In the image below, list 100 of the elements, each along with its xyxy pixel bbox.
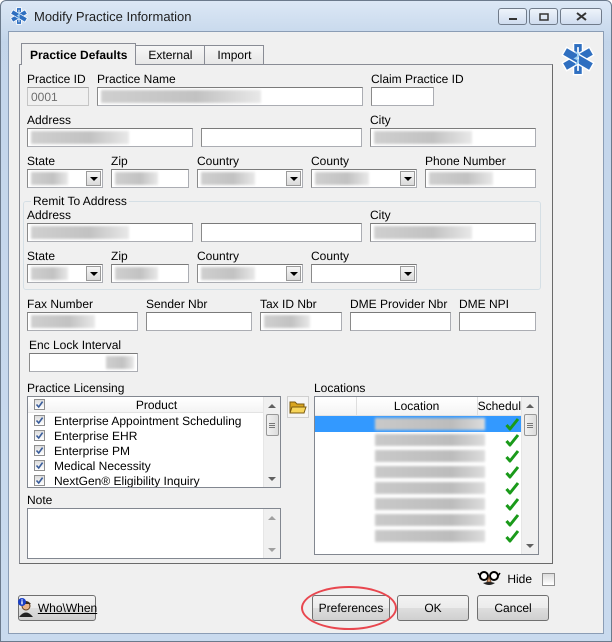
dropdown[interactable] bbox=[197, 264, 303, 283]
checkbox[interactable] bbox=[34, 445, 44, 456]
text-field[interactable] bbox=[27, 223, 193, 242]
text-field[interactable] bbox=[97, 87, 363, 106]
field-label: DME NPI bbox=[459, 297, 510, 312]
close-icon bbox=[576, 12, 586, 21]
list-item[interactable]: NextGen® Eligibility Inquiry bbox=[50, 474, 200, 487]
maximize-button[interactable] bbox=[529, 8, 558, 25]
dialog-button[interactable]: OK bbox=[397, 595, 469, 621]
note-field[interactable] bbox=[27, 508, 281, 559]
text-field[interactable] bbox=[111, 264, 189, 283]
minimize-button[interactable] bbox=[498, 8, 527, 25]
text-field[interactable] bbox=[425, 169, 536, 188]
field-label: Note bbox=[27, 493, 54, 508]
text-field[interactable] bbox=[260, 312, 342, 331]
dropdown[interactable] bbox=[197, 169, 303, 188]
checkbox[interactable] bbox=[34, 415, 44, 426]
field-label: County bbox=[311, 154, 350, 169]
vertical-scrollbar[interactable] bbox=[263, 397, 280, 487]
person-info-icon bbox=[16, 598, 35, 618]
text-field[interactable] bbox=[27, 128, 193, 147]
dropdown-button[interactable] bbox=[86, 266, 101, 281]
field-label: Practice ID bbox=[27, 72, 86, 87]
who-when-button[interactable]: Who\When bbox=[18, 595, 96, 621]
disguise-glasses-icon bbox=[477, 570, 502, 588]
star-of-life-icon bbox=[561, 42, 595, 76]
field-label: City bbox=[370, 208, 391, 223]
vertical-scrollbar[interactable] bbox=[263, 509, 280, 558]
text-field[interactable] bbox=[370, 128, 536, 147]
checkbox[interactable] bbox=[34, 430, 44, 441]
checkbox[interactable] bbox=[34, 475, 44, 486]
dropdown-button[interactable] bbox=[400, 171, 415, 186]
field-label: Zip bbox=[111, 154, 128, 169]
dropdown[interactable] bbox=[27, 264, 103, 283]
section-label: Practice Licensing bbox=[27, 381, 126, 396]
redacted-text bbox=[31, 172, 68, 185]
dropdown-button[interactable] bbox=[286, 171, 301, 186]
text-field[interactable] bbox=[201, 223, 362, 242]
maximize-icon bbox=[538, 12, 548, 20]
field-label: Zip bbox=[111, 249, 128, 264]
text-field[interactable] bbox=[146, 312, 252, 331]
field-label: Claim Practice ID bbox=[371, 72, 464, 87]
window-title: Modify Practice Information bbox=[34, 8, 193, 24]
field-label: Enc Lock Interval bbox=[29, 338, 122, 353]
dropdown[interactable] bbox=[311, 169, 417, 188]
text-field[interactable] bbox=[459, 312, 536, 331]
field-label: City bbox=[370, 113, 391, 128]
redacted-text bbox=[31, 315, 95, 328]
checkbox[interactable] bbox=[34, 399, 44, 410]
field-label: Phone Number bbox=[425, 154, 506, 169]
dialog-button[interactable]: Cancel bbox=[477, 595, 549, 621]
column-header: Product bbox=[134, 398, 178, 412]
redacted-text bbox=[115, 267, 158, 280]
dropdown[interactable] bbox=[27, 169, 103, 188]
text-field[interactable] bbox=[371, 87, 434, 106]
folder-button[interactable] bbox=[286, 396, 308, 418]
field-label: State bbox=[27, 249, 56, 264]
dropdown-button[interactable] bbox=[86, 171, 101, 186]
field-label: Sender Nbr bbox=[146, 297, 208, 312]
checkbox[interactable] bbox=[542, 572, 555, 586]
redacted-text bbox=[201, 267, 255, 280]
number-field[interactable] bbox=[29, 353, 138, 372]
list-item[interactable]: Enterprise EHR bbox=[50, 428, 138, 442]
text-field[interactable] bbox=[111, 169, 189, 188]
dropdown-button[interactable] bbox=[286, 266, 301, 281]
list-item[interactable]: Enterprise PM bbox=[50, 444, 130, 458]
column-header: Schedul bbox=[478, 398, 521, 415]
redacted-text bbox=[115, 172, 158, 185]
list-item[interactable]: Enterprise Appointment Scheduling bbox=[50, 414, 242, 428]
field-label: Country bbox=[197, 249, 240, 264]
list-item[interactable]: Medical Necessity bbox=[50, 458, 151, 472]
tab[interactable]: External bbox=[135, 45, 206, 64]
field-label: Address bbox=[27, 113, 72, 128]
close-button[interactable] bbox=[560, 8, 602, 25]
tab[interactable]: Import bbox=[204, 45, 264, 64]
section-label: Locations bbox=[314, 381, 366, 396]
text-field[interactable] bbox=[27, 312, 138, 331]
redacted-text bbox=[201, 172, 255, 185]
folder-icon bbox=[288, 399, 306, 415]
text-field[interactable] bbox=[370, 223, 536, 242]
field-label: Address bbox=[27, 208, 72, 223]
checkbox[interactable] bbox=[34, 460, 44, 471]
column-header: Location bbox=[356, 397, 478, 415]
redacted-text bbox=[106, 356, 134, 369]
dropdown[interactable] bbox=[311, 264, 417, 283]
dropdown-button[interactable] bbox=[400, 266, 415, 281]
dialog-button[interactable]: Preferences bbox=[312, 595, 390, 621]
redacted-text bbox=[315, 172, 369, 185]
text-field[interactable] bbox=[350, 312, 451, 331]
redacted-text bbox=[31, 267, 68, 280]
group-title: Remit To Address bbox=[32, 195, 128, 208]
vertical-scrollbar[interactable] bbox=[521, 397, 538, 554]
redacted-text bbox=[429, 172, 493, 185]
field-label: Tax ID Nbr bbox=[260, 297, 317, 312]
text-field[interactable] bbox=[201, 128, 362, 147]
field-label: State bbox=[27, 154, 56, 169]
field-label: Fax Number bbox=[27, 297, 94, 312]
field-label: Practice Name bbox=[97, 72, 176, 87]
checkbox-label: Hide bbox=[507, 572, 532, 586]
tab[interactable]: Practice Defaults bbox=[21, 43, 136, 65]
